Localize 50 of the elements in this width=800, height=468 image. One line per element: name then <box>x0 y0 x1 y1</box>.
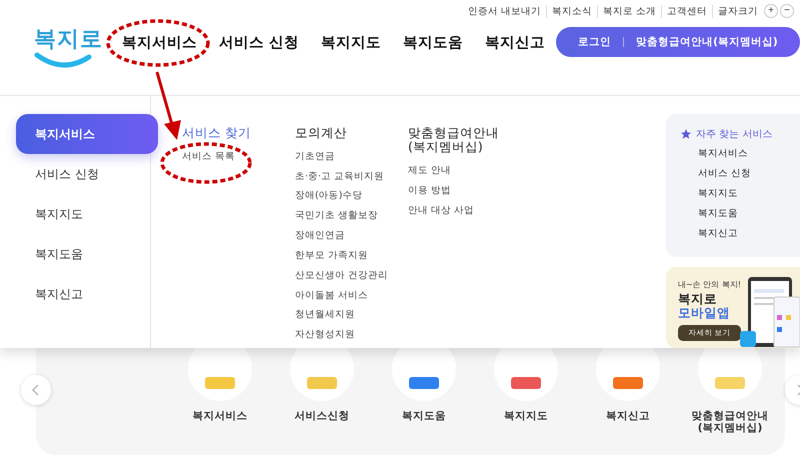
login-button[interactable]: 로그인 <box>566 35 624 49</box>
membership-button[interactable]: 맞춤형급여안내(복지멤버십) <box>624 35 790 49</box>
menu-heading[interactable]: 맞춤형급여안내 (복지멤버십) <box>408 126 521 154</box>
menu-link[interactable]: 장애(아동)수당 <box>295 189 408 210</box>
favorite-link[interactable]: 복지신고 <box>680 227 800 247</box>
sidebar-item[interactable]: 복지지도 <box>16 194 158 234</box>
menu-link[interactable]: 안내 대상 사업 <box>408 204 521 224</box>
menu-link[interactable]: 아이돌봄 서비스 <box>295 288 408 308</box>
menu-link[interactable]: 기초연금 <box>295 150 408 170</box>
service-label[interactable]: 복지지도 <box>504 411 548 435</box>
favorite-link[interactable]: 복지서비스 <box>680 147 800 167</box>
utility-link[interactable]: 인증서 내보내기 <box>462 4 547 18</box>
font-decrease-button[interactable]: − <box>780 4 794 18</box>
menu-link[interactable]: 이용 방법 <box>408 184 521 204</box>
favorite-link[interactable]: 서비스 신청 <box>680 167 800 187</box>
service-label[interactable]: 맞춤형급여안내 (복지멤버십) <box>692 411 768 435</box>
promo-tagline: 내~손 안의 복지! <box>678 279 741 290</box>
utility-link[interactable]: 복지소식 <box>546 4 598 18</box>
service-label[interactable]: 복지신고 <box>606 411 650 435</box>
utility-link[interactable]: 고객센터 <box>662 4 713 18</box>
menu-link[interactable]: 청년월세지원 <box>295 308 408 328</box>
nav-item[interactable]: 복지신고 <box>474 32 556 52</box>
utility-link[interactable]: 복지로 소개 <box>598 4 662 18</box>
nav-item[interactable]: 복지도움 <box>392 32 474 52</box>
service-label[interactable]: 복지서비스 <box>192 411 248 435</box>
favorites-title: 자주 찾는 서비스 <box>696 128 772 141</box>
menu-link[interactable]: 국민기초 생활보장 <box>295 209 408 230</box>
menu-link[interactable]: 서비스 목록 <box>182 150 295 170</box>
sidebar-item[interactable]: 복지서비스 <box>16 114 158 154</box>
favorite-link[interactable]: 복지도움 <box>680 207 800 227</box>
font-size-label: 글자크기 <box>717 4 759 18</box>
menu-link[interactable]: 장애인연금 <box>295 229 408 249</box>
sidebar-item[interactable]: 복지도움 <box>16 234 158 274</box>
sidebar-item[interactable]: 복지신고 <box>16 274 158 314</box>
nav-item[interactable]: 서비스 신청 <box>208 32 310 52</box>
nav-item[interactable]: 복지지도 <box>310 32 392 52</box>
service-label[interactable]: 서비스신청 <box>294 411 350 435</box>
promo-title: 복지로 <box>678 292 718 306</box>
menu-heading[interactable]: 모의계산 <box>295 126 408 140</box>
menu-link[interactable]: 한부모 가족지원 <box>295 248 408 269</box>
favorite-link[interactable]: 복지지도 <box>680 187 800 207</box>
promo-highlight: 모바일앱 <box>678 306 731 320</box>
menu-link[interactable]: 산모신생아 건강관리 <box>295 268 408 289</box>
menu-link[interactable]: 초·중·고 교육비지원 <box>295 170 408 190</box>
font-increase-button[interactable]: + <box>764 4 778 18</box>
service-label[interactable]: 복지도움 <box>402 411 446 435</box>
menu-heading[interactable]: 서비스 찾기 <box>182 126 295 140</box>
menu-link[interactable]: 자산형성지원 <box>295 328 408 348</box>
menu-link[interactable]: 제도 안내 <box>408 164 521 184</box>
sidebar-item[interactable]: 서비스 신청 <box>16 154 158 194</box>
